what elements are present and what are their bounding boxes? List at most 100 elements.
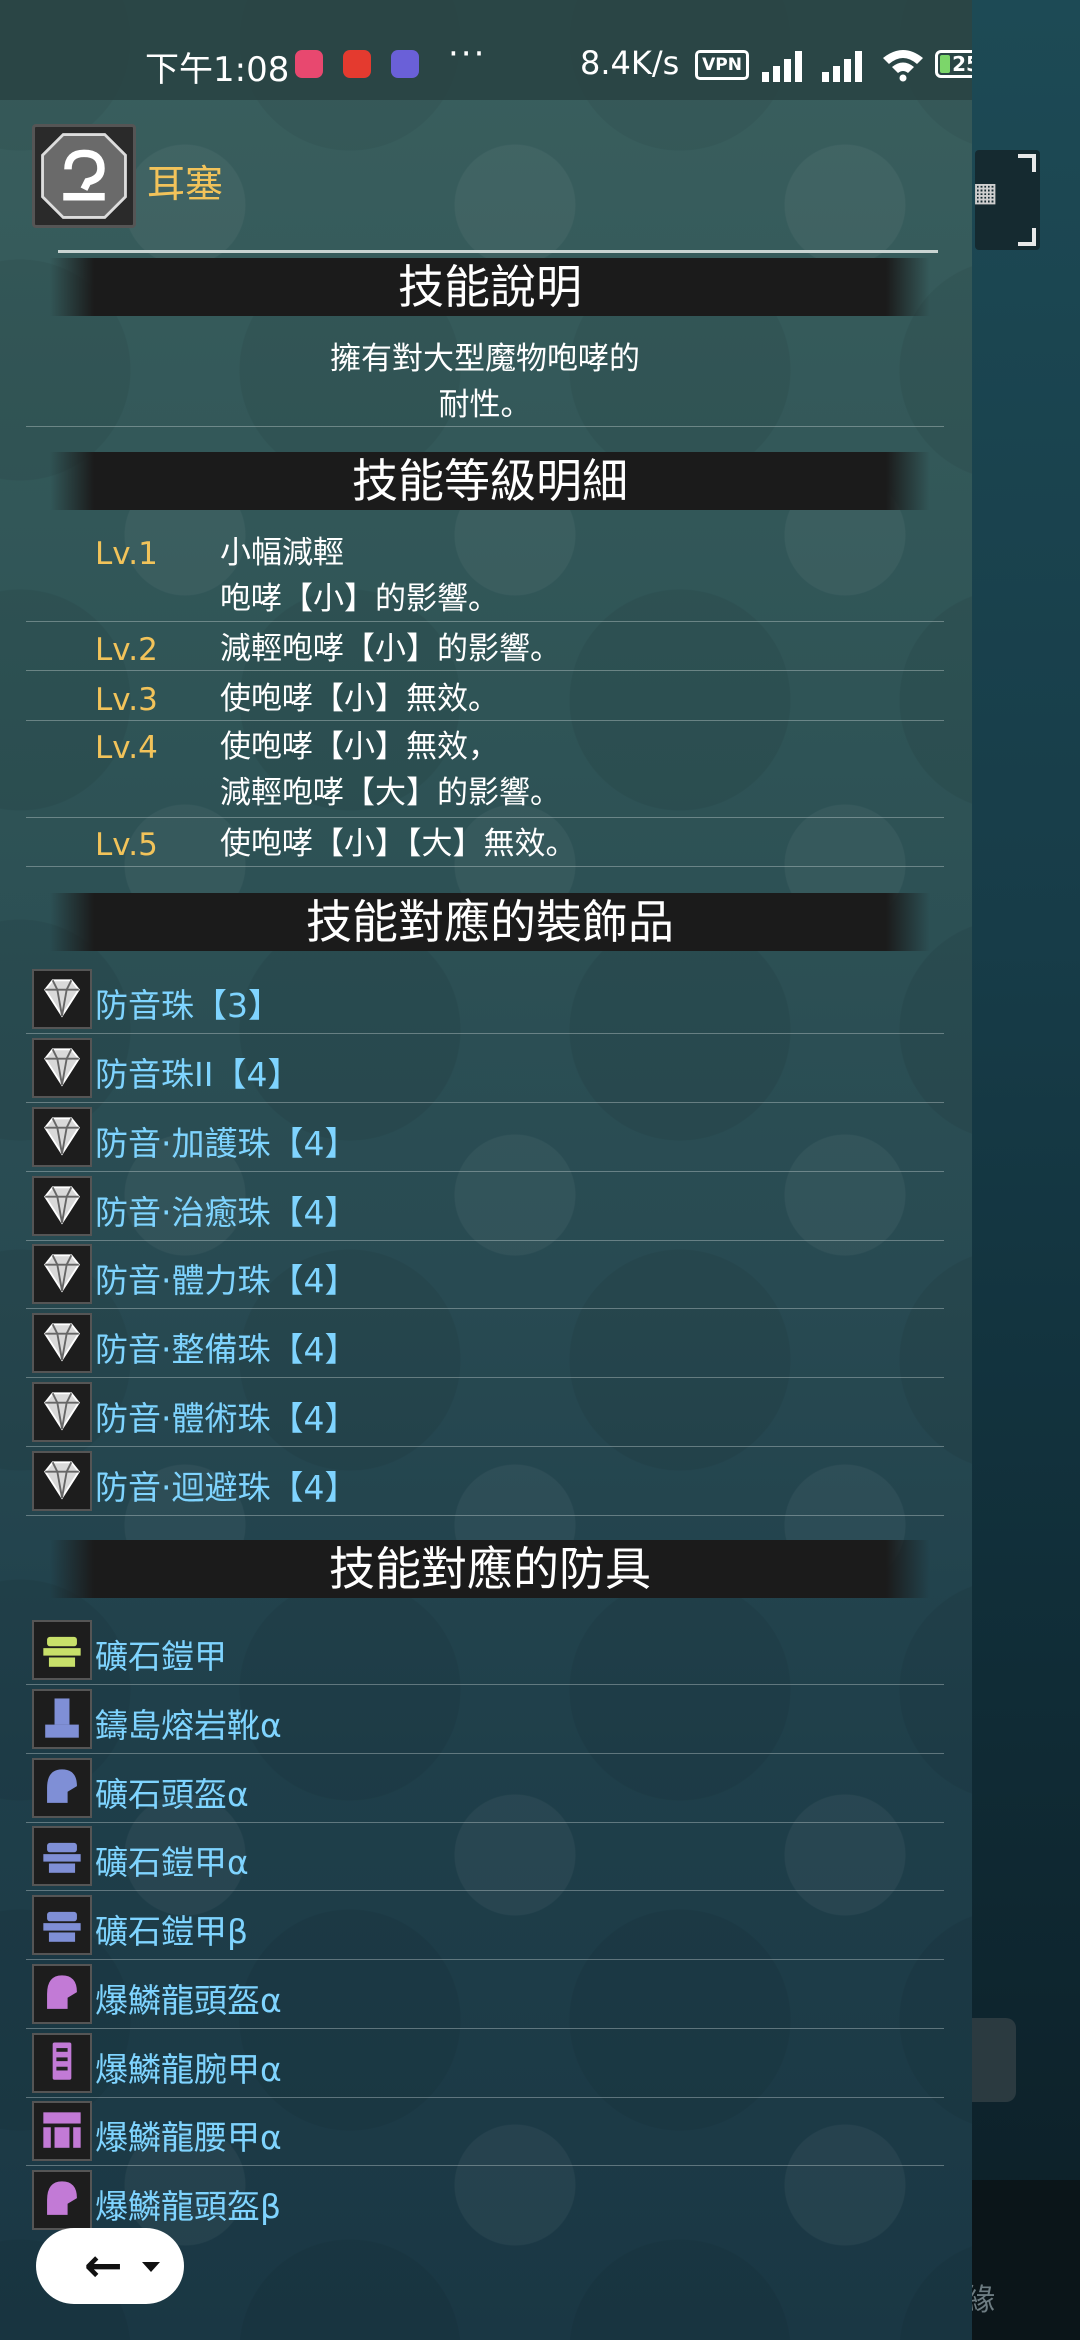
divider — [26, 2165, 944, 2166]
section-title-levels: 技能等級明細 — [50, 452, 930, 510]
divider — [26, 1171, 944, 1172]
divider — [26, 426, 944, 427]
level-text: 減輕咆哮【小】的影響。 — [220, 631, 561, 667]
divider — [58, 250, 938, 253]
divider — [26, 1102, 944, 1103]
divider — [26, 1033, 944, 1034]
decoration-list-item[interactable]: 防音·整備珠【4】 — [32, 1313, 944, 1381]
decoration-name: 防音·加護珠【4】 — [95, 1124, 358, 1163]
decoration-list-item[interactable]: 防音珠【3】 — [32, 969, 944, 1037]
decoration-list-item[interactable]: 防音珠II【4】 — [32, 1038, 944, 1106]
gem-icon — [32, 1038, 92, 1098]
decoration-list-item[interactable]: 防音·體力珠【4】 — [32, 1244, 944, 1312]
app-notification-icon — [295, 50, 323, 78]
gem-icon — [32, 1176, 92, 1236]
divider — [26, 1240, 944, 1241]
gem-icon — [32, 1451, 92, 1511]
level-label: Lv.1 — [95, 536, 158, 572]
armor-list-item[interactable]: 爆鱗龍頭盔β — [32, 2170, 944, 2238]
back-arrow-icon: ← — [84, 2238, 123, 2292]
level-text: 減輕咆哮【大】的影響。 — [220, 775, 561, 811]
signal-icon — [762, 51, 802, 82]
skill-description-line-2: 耐性。 — [438, 387, 532, 423]
gem-icon — [32, 1244, 92, 1304]
divider — [26, 817, 944, 818]
level-text: 咆哮【小】的影響。 — [220, 581, 499, 617]
level-label: Lv.3 — [95, 682, 158, 718]
app-notification-icon — [343, 50, 371, 78]
chest-armor-icon — [32, 1620, 92, 1680]
chevron-down-icon — [142, 2262, 160, 2272]
decoration-name: 防音·整備珠【4】 — [95, 1330, 358, 1369]
armor-name: 礦石鎧甲α — [95, 1843, 249, 1882]
level-text: 小幅減輕 — [220, 535, 344, 571]
gem-icon — [32, 1313, 92, 1373]
waist-armor-icon — [32, 2101, 92, 2161]
armor-list-item[interactable]: 礦石鎧甲 — [32, 1620, 944, 1688]
divider — [26, 1308, 944, 1309]
armor-list-item[interactable]: 鑄島熔岩靴α — [32, 1689, 944, 1757]
armor-list-item[interactable]: 爆鱗龍頭盔α — [32, 1964, 944, 2032]
decoration-name: 防音·體術珠【4】 — [95, 1399, 358, 1438]
divider — [26, 1822, 944, 1823]
decoration-list-item[interactable]: 防音·加護珠【4】 — [32, 1107, 944, 1175]
armor-name: 礦石鎧甲 — [95, 1637, 227, 1676]
earplugs-skill-icon — [32, 124, 136, 228]
gem-icon — [32, 1107, 92, 1167]
helm-armor-icon — [32, 1758, 92, 1818]
helm-armor-icon — [32, 1964, 92, 2024]
vpn-icon: VPN — [695, 50, 749, 80]
status-time: 下午1:08 — [145, 50, 290, 90]
decoration-list-item[interactable]: 防音·體術珠【4】 — [32, 1382, 944, 1450]
divider — [26, 670, 944, 671]
divider — [26, 621, 944, 622]
helm-armor-icon — [32, 2170, 92, 2230]
gem-icon — [32, 1382, 92, 1442]
decoration-name: 防音·迴避珠【4】 — [95, 1468, 358, 1507]
level-text: 使咆哮【小】【大】無效。 — [220, 826, 577, 862]
divider — [26, 1377, 944, 1378]
chest-armor-icon — [32, 1826, 92, 1886]
decoration-list-item[interactable]: 防音·治癒珠【4】 — [32, 1176, 944, 1244]
divider — [26, 1959, 944, 1960]
decoration-list-item[interactable]: 防音·迴避珠【4】 — [32, 1451, 944, 1519]
armor-name: 爆鱗龍腕甲α — [95, 2050, 282, 2089]
divider — [26, 1515, 944, 1516]
armor-list-item[interactable]: 礦石頭盔α — [32, 1758, 944, 1826]
level-text: 使咆哮【小】無效。 — [220, 681, 499, 717]
scan-qr-icon: ▦ — [975, 150, 1040, 250]
armor-name: 礦石頭盔α — [95, 1775, 249, 1814]
back-button[interactable]: ← — [36, 2228, 184, 2304]
armor-list-item[interactable]: 礦石鎧甲β — [32, 1895, 944, 1963]
gem-icon — [32, 969, 92, 1029]
leg-armor-icon — [32, 1689, 92, 1749]
armor-name: 礦石鎧甲β — [95, 1912, 249, 1951]
skill-name: 耳塞 — [147, 162, 224, 206]
arm-armor-icon — [32, 2033, 92, 2093]
signal-hd-icon — [822, 51, 862, 82]
armor-list-item[interactable]: 礦石鎧甲α — [32, 1826, 944, 1894]
level-label: Lv.4 — [95, 730, 158, 766]
decoration-name: 防音·體力珠【4】 — [95, 1261, 358, 1300]
background-app — [972, 0, 1080, 2340]
section-title-description: 技能說明 — [50, 258, 930, 316]
armor-list-item[interactable]: 爆鱗龍腕甲α — [32, 2033, 944, 2101]
armor-name: 爆鱗龍腰甲α — [95, 2118, 282, 2157]
divider — [26, 2097, 944, 2098]
armor-name: 鑄島熔岩靴α — [95, 1706, 282, 1745]
divider — [26, 720, 944, 721]
divider — [26, 866, 944, 867]
wifi-icon — [883, 50, 923, 82]
armor-list-item[interactable]: 爆鱗龍腰甲α — [32, 2101, 944, 2169]
background-button — [972, 2018, 1016, 2102]
divider — [26, 2028, 944, 2029]
battery-icon: 25 — [935, 50, 972, 78]
divider — [26, 1890, 944, 1891]
decoration-name: 防音珠【3】 — [95, 986, 281, 1025]
skill-detail-panel: 下午1:08 ··· 8.4K/s VPN 25 耳塞 技能說明 — [0, 0, 972, 2340]
divider — [26, 1753, 944, 1754]
decoration-name: 防音·治癒珠【4】 — [95, 1193, 358, 1232]
app-notification-icon — [391, 50, 419, 78]
divider — [26, 1684, 944, 1685]
level-label: Lv.5 — [95, 827, 158, 863]
